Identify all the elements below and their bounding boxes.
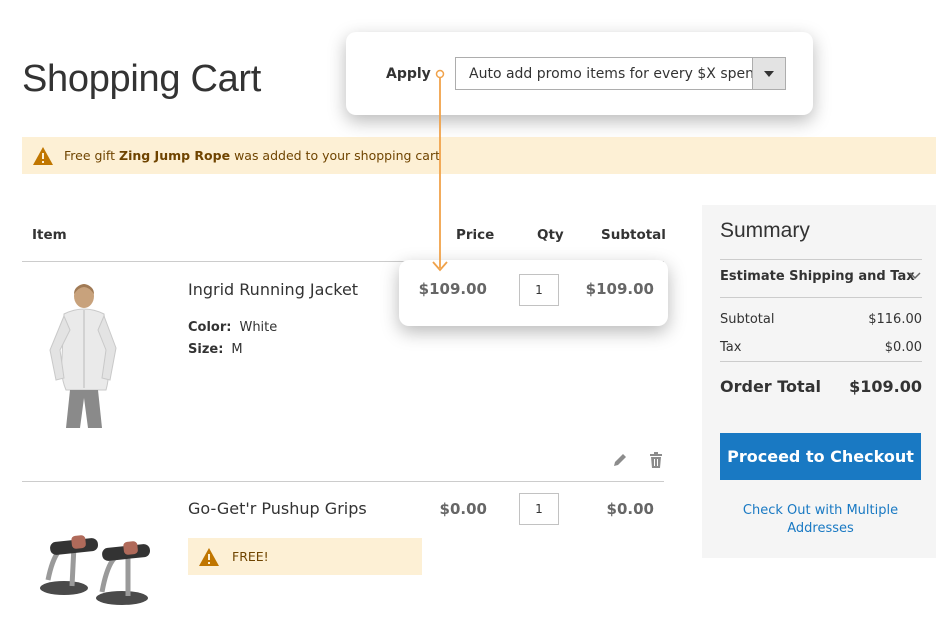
cart-summary: Summary Estimate Shipping and Tax Subtot… (702, 205, 936, 558)
warning-icon (198, 547, 220, 567)
free-item-badge: FREE! (188, 538, 422, 575)
subtotal-label: Subtotal (720, 312, 775, 327)
summary-tax-row: Tax $0.00 (720, 340, 922, 355)
apply-rule-select[interactable]: Auto add promo items for every $X spent (455, 57, 786, 90)
page-title: Shopping Cart (22, 58, 262, 100)
apply-label: Apply (386, 66, 431, 82)
option-size: Size: M (188, 342, 243, 357)
item-price: $0.00 (439, 500, 487, 518)
option-color: Color: White (188, 320, 277, 335)
option-value: White (239, 320, 278, 335)
product-name-link[interactable]: Go-Get'r Pushup Grips (188, 499, 367, 518)
qty-input[interactable]: 1 (519, 493, 559, 525)
free-label: FREE! (232, 549, 269, 564)
dropdown-arrow-icon[interactable] (752, 58, 785, 89)
order-total-value: $109.00 (849, 377, 922, 396)
order-total-row: Order Total $109.00 (720, 377, 922, 396)
product-image-pushup-grips[interactable] (36, 510, 160, 610)
summary-divider (720, 259, 922, 260)
summary-divider (720, 361, 922, 362)
order-total-label: Order Total (720, 377, 821, 396)
summary-title: Summary (720, 219, 810, 242)
notice-gift-name: Zing Jump Rope (119, 148, 231, 163)
multiple-addresses-link[interactable]: Check Out with Multiple Addresses (720, 502, 921, 538)
header-item: Item (32, 227, 67, 243)
edit-pencil-icon[interactable] (611, 451, 629, 469)
item-subtotal: $109.00 (585, 280, 654, 298)
trash-icon[interactable] (647, 451, 665, 469)
item-subtotal: $0.00 (606, 500, 654, 518)
estimate-shipping-toggle[interactable]: Estimate Shipping and Tax (720, 269, 922, 284)
item-price: $109.00 (418, 280, 487, 298)
option-label: Size: (188, 342, 224, 357)
subtotal-value: $116.00 (868, 312, 922, 327)
summary-subtotal-row: Subtotal $116.00 (720, 312, 922, 327)
free-gift-notice: Free gift Zing Jump Rope was added to yo… (22, 137, 936, 174)
notice-suffix: was added to your shopping cart (234, 148, 440, 163)
option-label: Color: (188, 320, 232, 335)
tax-value: $0.00 (884, 340, 922, 355)
warning-icon (32, 146, 54, 166)
estimate-shipping-label: Estimate Shipping and Tax (720, 269, 915, 284)
notice-prefix: Free gift (64, 148, 115, 163)
option-value: M (231, 342, 243, 357)
chevron-down-icon (908, 269, 922, 283)
apply-rule-selected-value: Auto add promo items for every $X spent (469, 65, 760, 82)
header-qty: Qty (537, 227, 564, 243)
summary-divider (720, 297, 922, 298)
qty-input[interactable]: 1 (519, 274, 559, 306)
header-price: Price (456, 227, 495, 243)
proceed-to-checkout-button[interactable]: Proceed to Checkout (720, 433, 921, 480)
row-divider (22, 481, 664, 482)
tax-label: Tax (720, 340, 742, 355)
header-subtotal: Subtotal (601, 227, 666, 243)
product-name-link[interactable]: Ingrid Running Jacket (188, 280, 358, 299)
product-image-jacket[interactable] (36, 280, 126, 428)
